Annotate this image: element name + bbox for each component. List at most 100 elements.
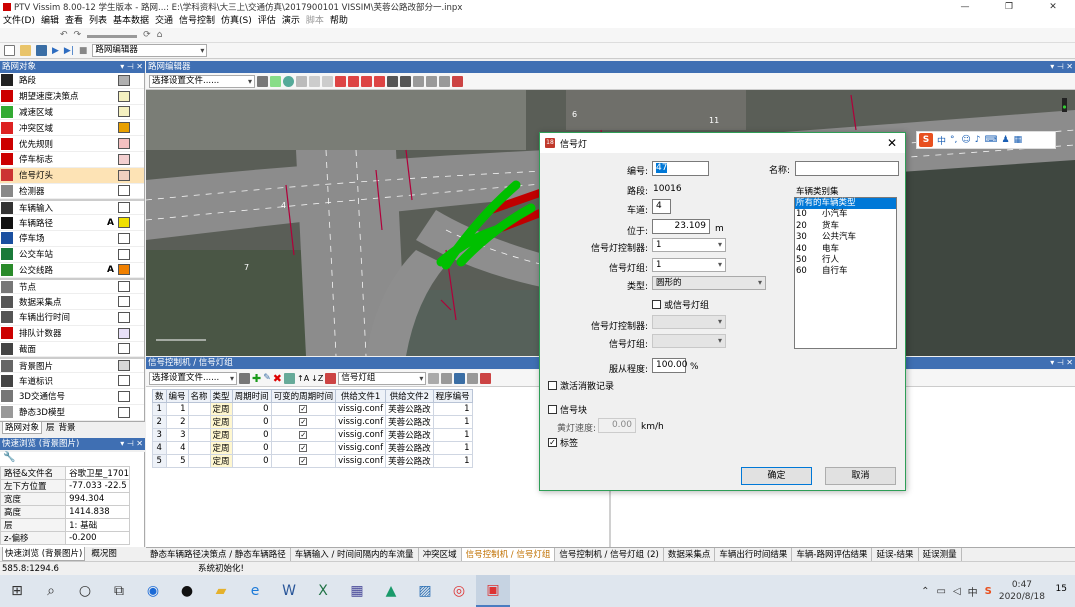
checkbox-box[interactable]: [652, 300, 661, 309]
or-signal-controller-combo[interactable]: [652, 315, 726, 329]
cell-name[interactable]: [187, 428, 211, 442]
color-swatch[interactable]: [118, 248, 130, 260]
cancel-button[interactable]: 取消: [825, 467, 896, 485]
cell-variable-cycle[interactable]: ✓: [270, 415, 337, 429]
netease-music-icon[interactable]: ◎: [442, 575, 476, 607]
network-object-item[interactable]: 停车标志: [0, 152, 144, 168]
signal-group-combo[interactable]: 1: [652, 258, 726, 272]
cell-file1[interactable]: vissig.conf: [335, 454, 387, 468]
cell-type[interactable]: 定周: [209, 428, 233, 442]
search-icon[interactable]: ⌕: [34, 575, 68, 607]
menu-scripts[interactable]: 脚本: [303, 14, 327, 28]
table-row[interactable]: 4 4 定周 0 ✓ vissig.conf 芙蓉公路改 1: [152, 441, 473, 455]
plane-icon[interactable]: [426, 75, 437, 87]
position-field[interactable]: 23.109: [652, 219, 710, 234]
tab-overview[interactable]: 概况图: [91, 547, 117, 561]
grid-icon[interactable]: [480, 372, 492, 384]
save-icon[interactable]: [454, 372, 466, 384]
compliance-field[interactable]: 100.00: [652, 358, 688, 373]
zoom-window-icon[interactable]: [374, 75, 385, 87]
quick-view-row[interactable]: 层 1: 基础: [0, 518, 130, 532]
network-object-item[interactable]: 车道标识: [0, 373, 144, 389]
windows-start-icon[interactable]: ⊞: [0, 575, 34, 607]
list-tab[interactable]: 静态车辆路径决策点 / 静态车辆路径: [146, 548, 291, 561]
menu-edit[interactable]: 编辑: [38, 14, 62, 28]
cell-file2[interactable]: 芙蓉公路改: [385, 415, 434, 429]
menu-lists[interactable]: 列表: [86, 14, 110, 28]
network-object-item[interactable]: 冲突区域: [0, 120, 144, 137]
list-tab[interactable]: 冲突区域: [419, 548, 462, 561]
row-number[interactable]: 3: [152, 428, 167, 442]
sort-desc-icon[interactable]: ↓Z: [311, 374, 323, 383]
input-language[interactable]: 中: [968, 584, 978, 599]
cell-variable-cycle[interactable]: ✓: [270, 402, 337, 416]
network-object-item[interactable]: 数据采集点: [0, 294, 144, 310]
or-signal-group-combo[interactable]: [652, 334, 726, 348]
signal-block-checkbox[interactable]: 信号块: [548, 403, 587, 416]
notification-count[interactable]: 15: [1056, 584, 1067, 594]
list-tab[interactable]: 延误测量: [919, 548, 962, 561]
refresh-icon[interactable]: ⟳: [143, 30, 151, 40]
pin-icon[interactable]: ▾ ⊣ ✕: [120, 61, 143, 73]
menu-presentation[interactable]: 演示: [279, 14, 303, 28]
add-icon[interactable]: ✚: [252, 372, 261, 385]
vehicle-class-list[interactable]: 所有的车辆类型 10 小汽车 20 货车 30 公共汽车 40 电车 50 行人 60 自行车: [794, 197, 897, 349]
network-object-item[interactable]: 节点: [0, 278, 144, 295]
chevron-up-icon[interactable]: ⌃: [921, 586, 929, 597]
color-swatch[interactable]: [118, 122, 130, 134]
tab-quick-view[interactable]: 快速浏览 (背景图片): [2, 547, 86, 561]
network-object-item[interactable]: 公交车站: [0, 247, 144, 263]
color-swatch[interactable]: [118, 202, 130, 214]
color-swatch[interactable]: [118, 106, 130, 118]
delete-icon[interactable]: [322, 75, 333, 87]
cell-name[interactable]: [187, 415, 211, 429]
capture-icon[interactable]: [439, 75, 450, 87]
cell-cycle[interactable]: 0: [231, 402, 272, 416]
dialog-close-icon[interactable]: ✕: [887, 136, 897, 150]
media-icon[interactable]: ▦: [340, 575, 374, 607]
zoom-extent-icon[interactable]: [361, 75, 372, 87]
editor-mode-combo[interactable]: 路网编辑器: [92, 44, 208, 57]
word-icon[interactable]: W: [272, 575, 306, 607]
home-icon[interactable]: ⌂: [157, 30, 163, 40]
col-supply-file1[interactable]: 供给文件1: [335, 389, 387, 403]
task-view-icon[interactable]: ⧉: [102, 575, 136, 607]
tab-levels[interactable]: 层: [46, 422, 55, 434]
attribute-value[interactable]: -0.200: [65, 531, 130, 545]
network-object-item[interactable]: 排队计数器: [0, 326, 144, 342]
color-swatch[interactable]: [118, 311, 130, 323]
cell-type[interactable]: 定周: [209, 415, 233, 429]
redo-icon[interactable]: ↷: [74, 30, 82, 40]
attribute-value[interactable]: 1414.838: [65, 505, 130, 519]
menu-help[interactable]: 帮助: [327, 14, 351, 28]
list-tab[interactable]: 车辆-路网评估结果: [792, 548, 873, 561]
rotate-icon[interactable]: [296, 75, 307, 87]
close-button[interactable]: ✕: [1031, 0, 1075, 14]
emoji-icon[interactable]: ☺: [961, 135, 970, 145]
attribute-value[interactable]: -77.033 -22.5: [65, 479, 130, 493]
checkbox-box[interactable]: [548, 405, 557, 414]
variable-cycle-checkbox[interactable]: ✓: [299, 418, 308, 426]
color-swatch[interactable]: [118, 74, 130, 86]
preset-combo[interactable]: 选择设置文件......: [149, 371, 237, 385]
play-icon[interactable]: ▶: [52, 46, 59, 56]
network-object-item[interactable]: 公交线路 A: [0, 263, 144, 279]
skin-icon[interactable]: ♟: [1002, 135, 1010, 145]
signal-controller-combo[interactable]: 1: [652, 238, 726, 252]
vehicle-class-item[interactable]: 40 电车: [795, 244, 896, 255]
mic-icon[interactable]: ♪: [975, 135, 981, 145]
open-folder-icon[interactable]: [20, 45, 31, 56]
vissim-taskbar-icon[interactable]: ▣: [476, 575, 510, 607]
excel-icon[interactable]: X: [306, 575, 340, 607]
cell-cycle[interactable]: 0: [231, 454, 272, 468]
cell-file1[interactable]: vissig.conf: [335, 441, 387, 455]
vehicle-class-item[interactable]: 30 公共汽车: [795, 232, 896, 243]
clock[interactable]: 0:47 2020/8/18: [999, 579, 1045, 603]
cortana-icon[interactable]: ○: [68, 575, 102, 607]
color-swatch[interactable]: [118, 217, 130, 229]
list-tab[interactable]: 数据采集点: [664, 548, 716, 561]
step-icon[interactable]: ▶|: [64, 46, 74, 56]
color-swatch[interactable]: [118, 327, 130, 339]
or-signal-group-checkbox[interactable]: 或信号灯组: [652, 298, 709, 311]
new-file-icon[interactable]: [4, 45, 15, 56]
